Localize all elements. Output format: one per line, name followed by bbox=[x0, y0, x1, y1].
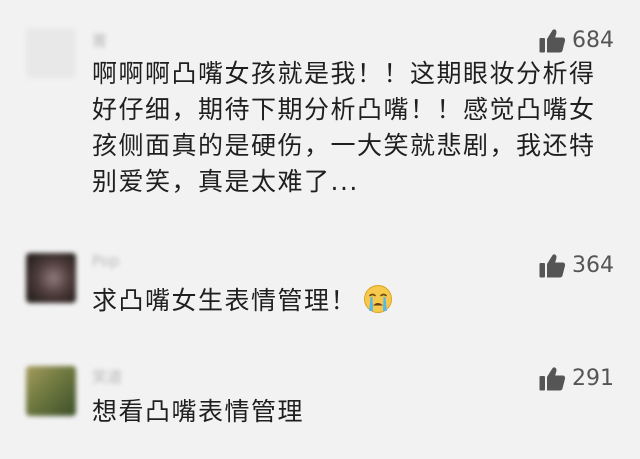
avatar[interactable] bbox=[26, 28, 76, 78]
comment-text-line: 好仔细，期待下期分析凸嘴！！感觉凸嘴女 bbox=[92, 95, 596, 124]
comment-text-line: 孩侧面真的是硬伤，一大笑就悲剧，我还特 bbox=[92, 131, 596, 160]
username[interactable]: 箐 bbox=[92, 30, 107, 51]
like-button[interactable]: 684 bbox=[539, 28, 614, 53]
comment-text-line: 想看凸嘴表情管理 bbox=[92, 397, 305, 426]
avatar[interactable] bbox=[26, 366, 76, 416]
thumbs-up-icon bbox=[539, 254, 566, 278]
username[interactable]: 笑道 bbox=[92, 366, 122, 387]
like-count: 684 bbox=[572, 28, 614, 53]
comment-text-line: 别爱笑，真是太难了... bbox=[92, 167, 359, 196]
like-button[interactable]: 364 bbox=[539, 253, 614, 278]
comment-text-line: 啊啊啊凸嘴女孩就是我！！这期眼妆分析得 bbox=[92, 59, 596, 88]
thumbs-up-icon bbox=[539, 29, 566, 53]
comment-text: 啊啊啊凸嘴女孩就是我！！这期眼妆分析得 好仔细，期待下期分析凸嘴！！感觉凸嘴女 … bbox=[92, 56, 612, 200]
like-count: 364 bbox=[572, 253, 614, 278]
comment-text-line: 求凸嘴女生表情管理！ bbox=[92, 286, 358, 315]
comment-text: 求凸嘴女生表情管理！ bbox=[92, 283, 612, 319]
thumbs-up-icon bbox=[539, 367, 566, 391]
comment-text: 想看凸嘴表情管理 bbox=[92, 394, 612, 430]
avatar[interactable] bbox=[26, 253, 76, 303]
like-button[interactable]: 291 bbox=[539, 366, 614, 391]
like-count: 291 bbox=[572, 366, 614, 391]
crying-face-icon bbox=[364, 285, 393, 313]
username[interactable]: Pop bbox=[92, 252, 119, 270]
